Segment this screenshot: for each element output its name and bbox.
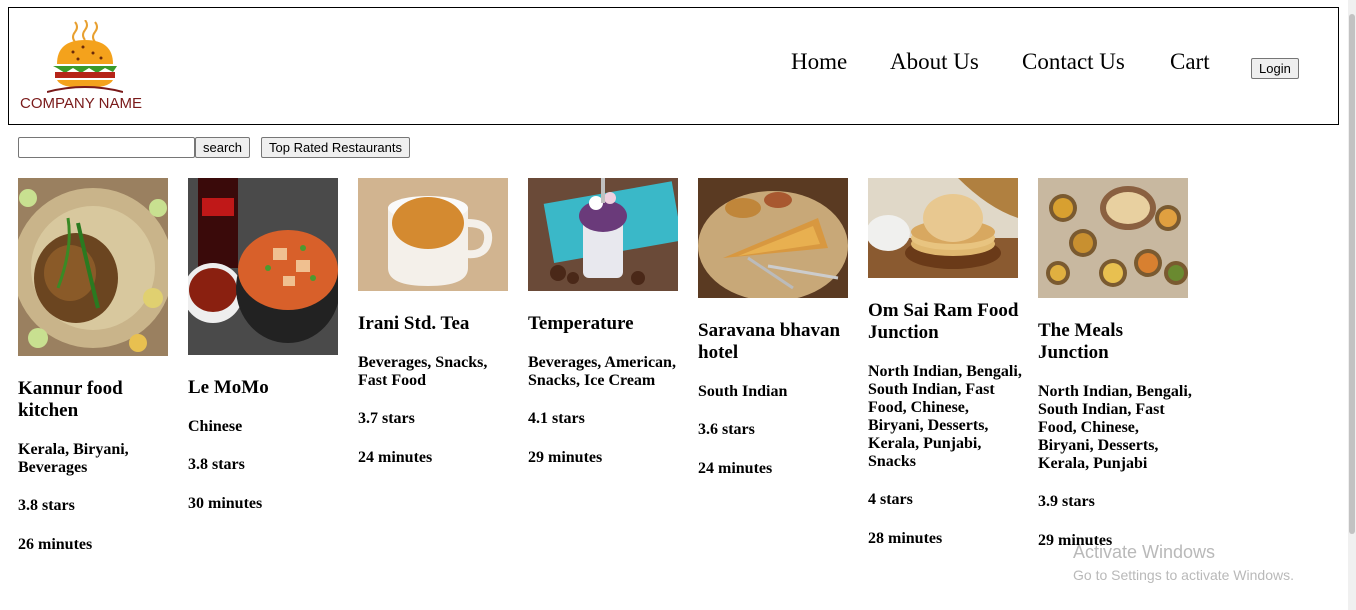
- restaurant-cuisine: North Indian, Bengali, South Indian, Fas…: [1038, 383, 1192, 472]
- restaurant-delivery-time: 29 minutes: [528, 449, 603, 466]
- restaurant-delivery-time: 30 minutes: [188, 495, 263, 512]
- restaurant-card[interactable]: Saravana bhavan hotel South Indian 3.6 s…: [698, 178, 853, 478]
- restaurant-name: Irani Std. Tea: [358, 313, 470, 334]
- restaurant-card[interactable]: The Meals Junction North Indian, Bengali…: [1038, 178, 1193, 550]
- restaurant-name: The Meals Junction: [1038, 320, 1123, 363]
- company-name: COMPANY NAME: [20, 95, 142, 112]
- nav-contact-link[interactable]: Contact Us: [1022, 49, 1125, 75]
- company-logo[interactable]: COMPANY NAME: [19, 20, 151, 120]
- restaurant-image: [1038, 178, 1188, 298]
- restaurant-rating: 3.8 stars: [188, 456, 245, 473]
- restaurant-name: Om Sai Ram Food Junction: [868, 300, 1019, 343]
- restaurant-name: Kannur food kitchen: [18, 378, 123, 421]
- restaurant-cuisine: Chinese: [188, 418, 243, 435]
- restaurant-card[interactable]: Temperature Beverages, American, Snacks,…: [528, 178, 683, 467]
- restaurant-cuisine: Beverages, American, Snacks, Ice Cream: [528, 354, 676, 389]
- watermark-subtitle: Go to Settings to activate Windows.: [1073, 567, 1294, 583]
- top-rated-button[interactable]: Top Rated Restaurants: [261, 137, 410, 158]
- restaurant-image: [698, 178, 848, 298]
- restaurant-delivery-time: 28 minutes: [868, 530, 943, 547]
- burger-logo-icon: [47, 20, 123, 93]
- restaurant-name: Saravana bhavan hotel: [698, 320, 841, 363]
- restaurant-cuisine: South Indian: [698, 383, 788, 400]
- restaurant-image: [188, 178, 338, 355]
- restaurant-rating: 4.1 stars: [528, 410, 585, 427]
- scrollbar-thumb[interactable]: [1349, 14, 1355, 534]
- restaurant-cuisine: Kerala, Biryani, Beverages: [18, 441, 129, 476]
- restaurant-delivery-time: 29 minutes: [1038, 532, 1113, 549]
- nav-home-link[interactable]: Home: [791, 49, 847, 75]
- restaurant-card[interactable]: Om Sai Ram Food Junction North Indian, B…: [868, 178, 1023, 548]
- restaurant-card[interactable]: Irani Std. Tea Beverages, Snacks, Fast F…: [358, 178, 513, 467]
- restaurant-rating: 3.6 stars: [698, 421, 755, 438]
- restaurant-image: [868, 178, 1018, 278]
- restaurant-rating: 3.9 stars: [1038, 493, 1095, 510]
- restaurant-image: [358, 178, 508, 291]
- restaurant-cuisine: North Indian, Bengali, South Indian, Fas…: [868, 363, 1022, 470]
- restaurant-image: [528, 178, 678, 291]
- login-button[interactable]: Login: [1251, 58, 1299, 79]
- nav-about-link[interactable]: About Us: [890, 49, 979, 75]
- restaurant-card[interactable]: Le MoMo Chinese 3.8 stars 30 minutes: [188, 178, 343, 513]
- site-header: COMPANY NAME Home About Us Contact Us Ca…: [8, 7, 1339, 125]
- restaurant-name: Le MoMo: [188, 377, 269, 398]
- restaurant-image: [18, 178, 168, 356]
- restaurant-delivery-time: 24 minutes: [698, 460, 773, 477]
- nav-cart-link[interactable]: Cart: [1170, 49, 1210, 75]
- restaurant-rating: 4 stars: [868, 491, 913, 508]
- search-input[interactable]: [18, 137, 195, 158]
- restaurant-rating: 3.8 stars: [18, 497, 75, 514]
- restaurant-card[interactable]: Kannur food kitchen Kerala, Biryani, Bev…: [18, 178, 173, 554]
- restaurant-rating: 3.7 stars: [358, 410, 415, 427]
- restaurant-delivery-time: 24 minutes: [358, 449, 433, 466]
- search-button[interactable]: search: [195, 137, 251, 158]
- restaurant-cuisine: Beverages, Snacks, Fast Food: [358, 354, 488, 389]
- page-scrollbar[interactable]: [1348, 0, 1356, 610]
- restaurant-name: Temperature: [528, 313, 634, 334]
- restaurant-delivery-time: 26 minutes: [18, 536, 93, 553]
